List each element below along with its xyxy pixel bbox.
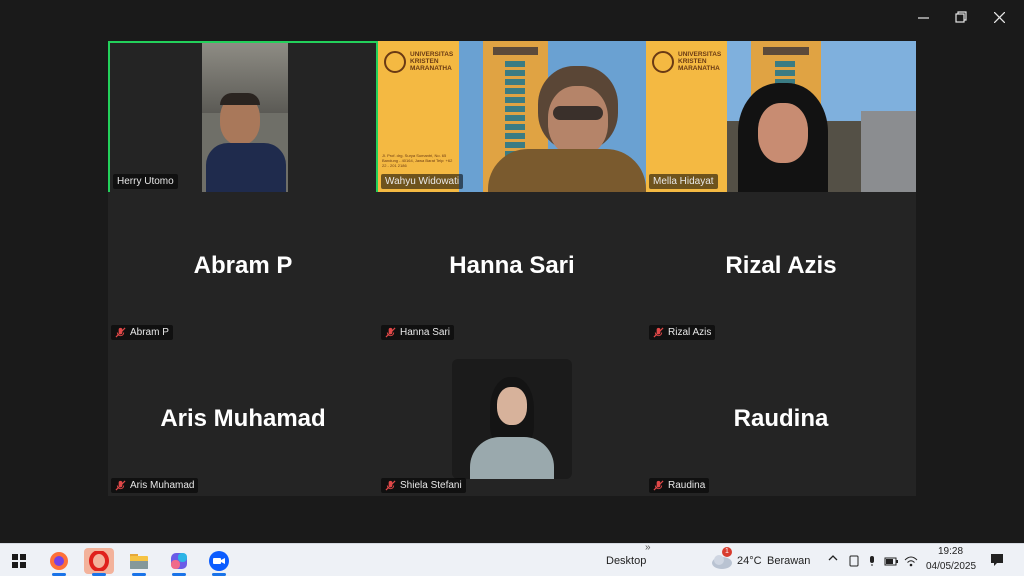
name-tag: Abram P: [111, 325, 173, 340]
tray-microphone-icon[interactable]: [866, 554, 878, 572]
taskbar-opera[interactable]: [84, 548, 114, 576]
video-tile-hanna-sari[interactable]: Hanna Sari Hanna Sari: [378, 192, 646, 343]
taskbar-file-explorer[interactable]: [124, 548, 154, 576]
profile-photo: [452, 359, 572, 479]
minimize-icon: [917, 16, 929, 19]
gallery-view: Herry Utomo UNIVERSITAS KRISTEN MARANATH…: [108, 41, 916, 496]
name-tag: Aris Muhamad: [111, 478, 199, 493]
muted-mic-icon: [115, 327, 126, 338]
video-tile-raudina[interactable]: Raudina Raudina: [646, 343, 916, 496]
poster-line3: MARANATHA: [678, 65, 720, 72]
name-tag: Raudina: [649, 478, 710, 493]
poster-line1: UNIVERSITAS: [410, 51, 454, 58]
participant-name: Aris Muhamad: [130, 480, 195, 491]
participant-display-name: Rizal Azis: [725, 252, 837, 279]
participant-name: Herry Utomo: [117, 176, 174, 187]
poster-line2: KRISTEN: [678, 58, 707, 65]
muted-mic-icon: [115, 480, 126, 491]
video-tile-abram-p[interactable]: Abram P Abram P: [108, 192, 378, 343]
firefox-icon: [50, 552, 68, 570]
participant-name: Abram P: [130, 327, 169, 338]
name-tag: Rizal Azis: [649, 325, 716, 340]
participant-name: Rizal Azis: [668, 327, 712, 338]
folder-icon: [130, 554, 148, 569]
muted-mic-icon: [653, 327, 664, 338]
tray-wifi-icon[interactable]: [904, 554, 918, 572]
poster-line2: KRISTEN: [410, 58, 439, 65]
poster-line1: UNIVERSITAS: [678, 51, 722, 58]
participant-video: [548, 86, 608, 156]
notification-icon: [991, 554, 1003, 566]
participant-display-name: Raudina: [733, 405, 829, 432]
clock-date[interactable]: 04/05/2025: [926, 561, 976, 572]
minimize-button[interactable]: [906, 6, 940, 28]
windows-taskbar: » Desktop 1 24°C Berawan 19:28 04/05/202…: [0, 542, 1024, 576]
participant-name: Mella Hidayat: [653, 176, 714, 187]
windows-start-icon: [12, 554, 26, 568]
desktop-toolbar-label[interactable]: Desktop: [606, 555, 646, 567]
participant-name: Wahyu Widowati: [385, 176, 460, 187]
video-tile-shiela-stefani[interactable]: Shiela Stefani: [378, 343, 646, 496]
name-tag: Wahyu Widowati: [381, 174, 464, 189]
name-tag: Herry Utomo: [113, 174, 178, 189]
participant-video: [202, 43, 288, 192]
m365-icon: [171, 553, 187, 569]
video-tile-aris-muhamad[interactable]: Aris Muhamad Aris Muhamad: [108, 343, 378, 496]
university-seal-icon: [652, 51, 674, 73]
notifications-button[interactable]: [990, 553, 1004, 572]
participant-name: Hanna Sari: [400, 327, 451, 338]
participant-display-name: Abram P: [193, 252, 293, 279]
participant-display-name: Aris Muhamad: [160, 405, 326, 432]
weather-condition[interactable]: Berawan: [767, 555, 810, 567]
poster-address: Jl. Prof. drg. Surya Sumantri, No. 65 Ba…: [382, 153, 453, 168]
show-hidden-icons-button[interactable]: [828, 553, 838, 566]
weather-temperature[interactable]: 24°C: [737, 555, 762, 567]
name-tag: Shiela Stefani: [381, 478, 466, 493]
close-icon: [993, 11, 1005, 23]
weather-widget-icon[interactable]: 1: [710, 547, 734, 570]
muted-mic-icon: [653, 480, 664, 491]
glasses: [553, 106, 603, 120]
university-seal-icon: [384, 51, 406, 73]
opera-icon: [89, 551, 109, 571]
poster-line3: MARANATHA: [410, 65, 452, 72]
virtual-background-poster: UNIVERSITAS KRISTEN MARANATHA Jl. Prof. …: [378, 41, 459, 192]
window-controls: [906, 6, 1016, 28]
taskbar-m365[interactable]: [164, 548, 194, 576]
taskbar-firefox[interactable]: [44, 548, 74, 576]
zoom-icon: [209, 551, 229, 571]
name-tag: Mella Hidayat: [649, 174, 718, 189]
participant-display-name: Hanna Sari: [449, 252, 575, 279]
muted-mic-icon: [385, 480, 396, 491]
restore-button[interactable]: [944, 6, 978, 28]
start-button[interactable]: [4, 548, 34, 574]
tray-battery-icon[interactable]: [884, 554, 898, 572]
virtual-background-poster: UNIVERSITAS KRISTEN MARANATHA: [646, 41, 727, 192]
toolbar-chevron-icon[interactable]: »: [645, 542, 651, 553]
video-tile-herry-utomo[interactable]: Herry Utomo: [108, 41, 378, 194]
name-tag: Hanna Sari: [381, 325, 455, 340]
zoom-meeting-window: Herry Utomo UNIVERSITAS KRISTEN MARANATH…: [0, 0, 1024, 543]
participant-name: Raudina: [668, 480, 706, 491]
video-tile-wahyu-widowati[interactable]: UNIVERSITAS KRISTEN MARANATHA Jl. Prof. …: [378, 41, 646, 192]
video-tile-rizal-azis[interactable]: Rizal Azis Rizal Azis: [646, 192, 916, 343]
tray-tablet-icon[interactable]: [848, 554, 860, 572]
taskbar-zoom[interactable]: [204, 548, 234, 576]
clock-time[interactable]: 19:28: [938, 546, 963, 557]
participant-name: Shiela Stefani: [400, 480, 462, 491]
video-tile-mella-hidayat[interactable]: UNIVERSITAS KRISTEN MARANATHA Mella Hida…: [646, 41, 916, 192]
muted-mic-icon: [385, 327, 396, 338]
weather-badge: 1: [722, 547, 732, 557]
chevron-up-icon: [828, 555, 838, 561]
close-button[interactable]: [982, 6, 1016, 28]
restore-icon: [955, 11, 967, 23]
participant-video: [758, 103, 808, 163]
